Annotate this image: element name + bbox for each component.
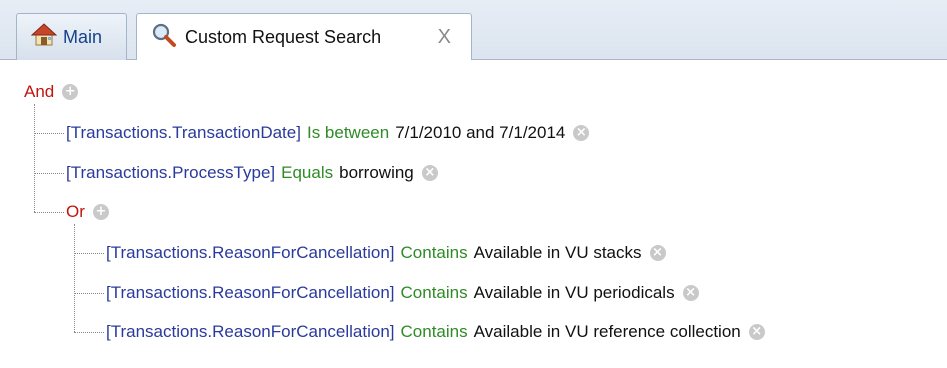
condition-operator[interactable]: Equals bbox=[281, 163, 333, 183]
operator-or[interactable]: Or bbox=[66, 202, 85, 222]
condition-row: [Transactions.ProcessType] Equals borrow… bbox=[66, 161, 438, 185]
operator-and[interactable]: And bbox=[24, 82, 54, 102]
group-or: Or + bbox=[66, 200, 109, 224]
tree-line bbox=[34, 104, 35, 212]
remove-condition-icon[interactable]: × bbox=[649, 245, 666, 261]
condition-field[interactable]: [Transactions.ReasonForCancellation] bbox=[106, 322, 395, 342]
condition-row: [Transactions.ReasonForCancellation] Con… bbox=[106, 241, 666, 265]
tab-search-label: Custom Request Search bbox=[185, 27, 382, 47]
magnifier-icon bbox=[151, 22, 177, 53]
tab-main-label: Main bbox=[63, 27, 103, 47]
remove-condition-icon[interactable]: × bbox=[421, 165, 438, 181]
condition-operator[interactable]: Contains bbox=[401, 243, 468, 263]
condition-operator[interactable]: Is between bbox=[307, 123, 389, 143]
tree-line bbox=[74, 224, 75, 332]
condition-row: [Transactions.ReasonForCancellation] Con… bbox=[106, 281, 699, 305]
tab-strip: Main Custom Request Search X bbox=[0, 0, 947, 61]
condition-value[interactable]: borrowing bbox=[339, 163, 414, 183]
remove-condition-icon[interactable]: × bbox=[573, 125, 590, 141]
condition-operator[interactable]: Contains bbox=[401, 283, 468, 303]
tree-line bbox=[34, 212, 64, 213]
home-icon bbox=[30, 23, 58, 52]
remove-condition-icon[interactable]: × bbox=[748, 324, 765, 340]
add-condition-icon[interactable]: + bbox=[92, 204, 109, 220]
tree-line bbox=[74, 332, 104, 333]
condition-value[interactable]: 7/1/2010 and 7/1/2014 bbox=[395, 123, 565, 143]
condition-field[interactable]: [Transactions.ReasonForCancellation] bbox=[106, 283, 395, 303]
tree-line bbox=[34, 173, 64, 174]
tree-root-and: And + bbox=[24, 80, 79, 104]
condition-value[interactable]: Available in VU reference collection bbox=[474, 322, 741, 342]
tab-main[interactable]: Main bbox=[16, 13, 127, 61]
condition-field[interactable]: [Transactions.ProcessType] bbox=[66, 163, 275, 183]
tree-line bbox=[74, 293, 104, 294]
tree-line bbox=[34, 133, 64, 134]
condition-value[interactable]: Available in VU periodicals bbox=[474, 283, 675, 303]
condition-operator[interactable]: Contains bbox=[401, 322, 468, 342]
condition-row: [Transactions.ReasonForCancellation] Con… bbox=[106, 320, 765, 344]
condition-field[interactable]: [Transactions.ReasonForCancellation] bbox=[106, 243, 395, 263]
condition-value[interactable]: Available in VU stacks bbox=[474, 243, 642, 263]
tab-custom-request-search[interactable]: Custom Request Search X bbox=[136, 13, 472, 61]
remove-condition-icon[interactable]: × bbox=[682, 285, 699, 301]
close-icon[interactable]: X bbox=[438, 26, 451, 49]
condition-row: [Transactions.TransactionDate] Is betwee… bbox=[66, 121, 590, 145]
add-condition-icon[interactable]: + bbox=[62, 84, 79, 100]
condition-field[interactable]: [Transactions.TransactionDate] bbox=[66, 123, 301, 143]
tree-line bbox=[74, 253, 104, 254]
filter-tree: And + [Transactions.TransactionDate] Is … bbox=[0, 60, 947, 368]
